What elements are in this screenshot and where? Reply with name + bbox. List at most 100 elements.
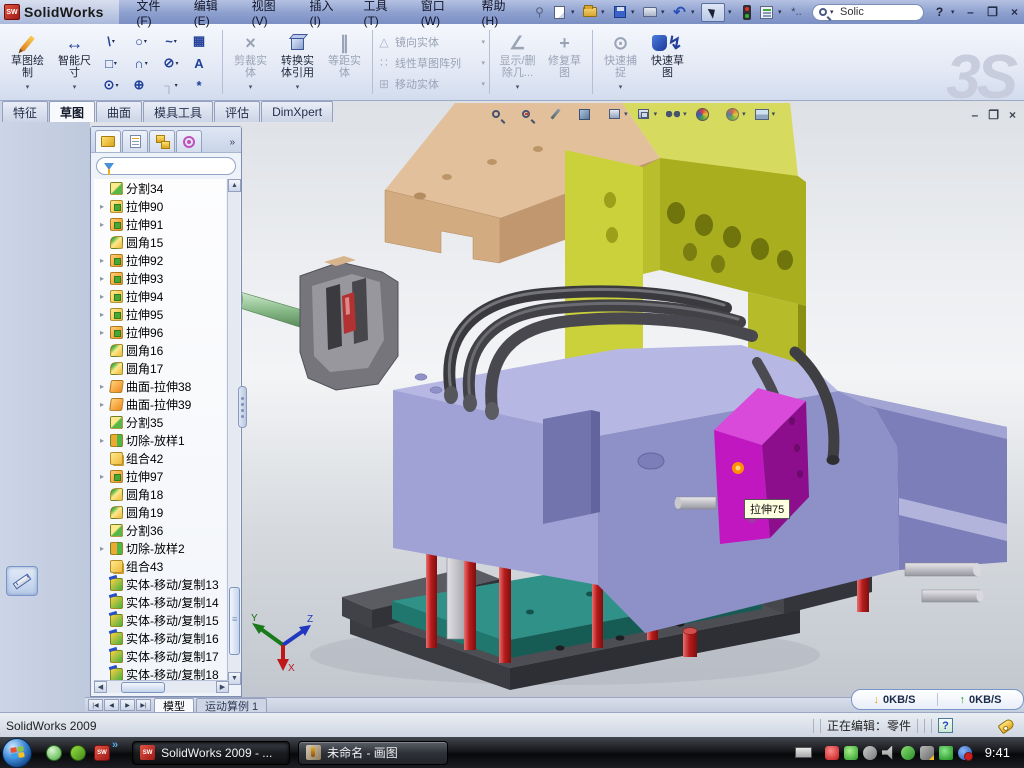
tree-item[interactable]: ▸ 切除-放样1 [94, 431, 226, 449]
tree-item[interactable]: ▸ 拉伸93 [94, 269, 226, 287]
tree-item[interactable]: ▸ 拉伸94 [94, 287, 226, 305]
sketch-entity-button[interactable]: ⊙▾ [98, 74, 128, 96]
hud-button[interactable]: ▾ [606, 106, 628, 122]
solidworks-launcher-icon[interactable]: SW [94, 745, 110, 761]
tree-item[interactable]: ▸ 实体-移动/复制13 [94, 575, 226, 593]
start-button[interactable] [2, 738, 32, 768]
toolbar-button[interactable]: ⊙ 快速捕 捉 ▾ [597, 28, 644, 96]
toolbar-row-button[interactable]: ⊞ 移动实体 ▾ [377, 74, 485, 93]
select-tool-button[interactable] [701, 3, 725, 22]
tree-item[interactable]: ▸ 曲面-拉伸38 [94, 377, 226, 395]
scroll-right-arrow[interactable]: ▶ [216, 681, 229, 693]
toolbar-row-button[interactable]: ∷ 线性草图阵列 ▾ [377, 53, 485, 72]
antivirus-tray-icon[interactable] [825, 746, 839, 760]
hud-button[interactable]: ▾ [636, 106, 658, 122]
select-dropdown[interactable]: ▾ [728, 8, 735, 16]
scroll-thumb[interactable] [229, 587, 240, 655]
hud-button[interactable]: ▾ [695, 106, 717, 122]
sync-tray-icon[interactable] [901, 746, 915, 760]
toolbar-button[interactable]: ↔ 智能尺 寸 ▾ [51, 28, 98, 96]
tab-nav-button[interactable]: ▶| [136, 699, 151, 711]
scroll-up-arrow[interactable]: ▲ [228, 179, 241, 192]
tree-item[interactable]: ▸ 实体-移动/复制17 [94, 647, 226, 665]
menu-item[interactable]: 视图(V) [249, 0, 289, 30]
sketch-entity-button[interactable]: \▾ [98, 30, 128, 52]
tree-item[interactable]: ▸ 分割36 [94, 521, 226, 539]
sketch-entity-button[interactable]: ~▾ [158, 30, 188, 52]
expander-icon[interactable]: ▸ [100, 310, 107, 319]
expander-icon[interactable]: ▸ [100, 544, 107, 553]
quick-tips-badge[interactable]: ? [938, 718, 953, 733]
update-tray-icon[interactable] [863, 746, 877, 760]
expander-icon[interactable]: ▸ [100, 400, 107, 409]
shield-tray-icon[interactable] [844, 746, 858, 760]
hud-button[interactable]: ▾ [488, 106, 510, 122]
toolbar-button[interactable]: ∥ 等距实 体 ▾ [321, 28, 368, 96]
tree-item[interactable]: ▸ 分割34 [94, 179, 226, 197]
scroll-left-arrow[interactable]: ◀ [94, 681, 107, 693]
toolbar-button[interactable]: 转换实 体引用 ▾ [274, 28, 321, 96]
search-dropdown[interactable]: ▾ [830, 8, 837, 16]
volume-tray-icon[interactable] [882, 746, 896, 760]
tree-item[interactable]: ▸ 拉伸90 [94, 197, 226, 215]
hud-button[interactable]: ▾ [724, 106, 746, 122]
tab-nav-button[interactable]: ▶ [120, 699, 135, 711]
new-document-icon[interactable] [551, 4, 568, 21]
panel-splitter-handle[interactable] [238, 386, 247, 428]
tree-item[interactable]: ▸ 圆角15 [94, 233, 226, 251]
hscroll-thumb[interactable] [121, 682, 165, 693]
rebuild-icon[interactable] [738, 4, 755, 21]
ejector-component[interactable] [234, 256, 399, 390]
messenger-icon[interactable] [46, 745, 62, 761]
toolbar-button[interactable]: 草图绘 制 ▾ [4, 28, 51, 96]
dimxpertmanager-tab[interactable] [176, 130, 202, 152]
tree-item[interactable]: ▸ 切除-放样2 [94, 539, 226, 557]
tree-item[interactable]: ▸ 实体-移动/复制16 [94, 629, 226, 647]
expander-icon[interactable]: ▸ [100, 472, 107, 481]
command-tab[interactable]: 模具工具 [143, 101, 213, 122]
model-tab[interactable]: 模型 [154, 698, 194, 712]
expander-icon[interactable]: ▸ [100, 220, 107, 229]
tag-icon[interactable] [997, 717, 1015, 734]
hud-button[interactable]: ▾ [518, 106, 540, 122]
taskbar-window-paint[interactable]: 未命名 - 画图 [298, 741, 448, 765]
expander-icon[interactable]: ▸ [100, 436, 107, 445]
measure-button[interactable] [6, 558, 38, 596]
expander-icon[interactable]: ▸ [100, 328, 107, 337]
help-dropdown[interactable]: ▾ [951, 8, 958, 16]
tree-item[interactable]: ▸ 拉伸97 [94, 467, 226, 485]
propertymanager-tab[interactable] [122, 130, 148, 152]
sketch-entity-button[interactable]: ▦▾ [188, 30, 218, 52]
tree-item[interactable]: ▸ 实体-移动/复制14 [94, 593, 226, 611]
panel-overflow-button[interactable]: » [229, 137, 239, 152]
tree-item[interactable]: ▸ 圆角19 [94, 503, 226, 521]
save-dropdown[interactable]: ▾ [631, 8, 638, 16]
open-dropdown[interactable]: ▾ [601, 8, 608, 16]
toolbar-button[interactable]: + 修复草 图 ▾ [541, 28, 588, 96]
featuremanager-tab[interactable] [95, 130, 121, 152]
search-input[interactable] [840, 6, 900, 18]
scroll-down-arrow[interactable]: ▼ [228, 672, 241, 685]
sketch-entity-button[interactable]: ┐▾ [158, 74, 188, 96]
expander-icon[interactable]: ▸ [100, 274, 107, 283]
options-dropdown[interactable]: ▾ [778, 8, 785, 16]
expander-icon[interactable]: ▸ [100, 256, 107, 265]
menu-item[interactable]: 窗口(W) [418, 0, 461, 30]
tree-item[interactable]: ▸ 圆角16 [94, 341, 226, 359]
hud-button[interactable]: ▾ [665, 106, 687, 122]
app-restore-button[interactable]: ❐ [983, 5, 1002, 19]
command-tab[interactable]: 评估 [214, 101, 260, 122]
security-suite-icon[interactable] [70, 745, 86, 761]
tree-item[interactable]: ▸ 拉伸96 [94, 323, 226, 341]
help-icon[interactable]: ? [931, 4, 948, 21]
command-tab[interactable]: 草图 [49, 101, 95, 122]
taskbar-window-solidworks[interactable]: SW SolidWorks 2009 - ... [132, 741, 290, 765]
quick-launch-overflow[interactable]: » [112, 737, 118, 751]
tree-item[interactable]: ▸ 圆角18 [94, 485, 226, 503]
app-close-button[interactable]: × [1005, 5, 1024, 19]
undo-dropdown[interactable]: ▾ [691, 8, 698, 16]
sketch-entity-button[interactable]: ⊘▾ [158, 52, 188, 74]
expander-icon[interactable]: ▸ [100, 382, 107, 391]
model-tab[interactable]: 运动算例 1 [196, 698, 267, 712]
tree-item[interactable]: ▸ 拉伸95 [94, 305, 226, 323]
